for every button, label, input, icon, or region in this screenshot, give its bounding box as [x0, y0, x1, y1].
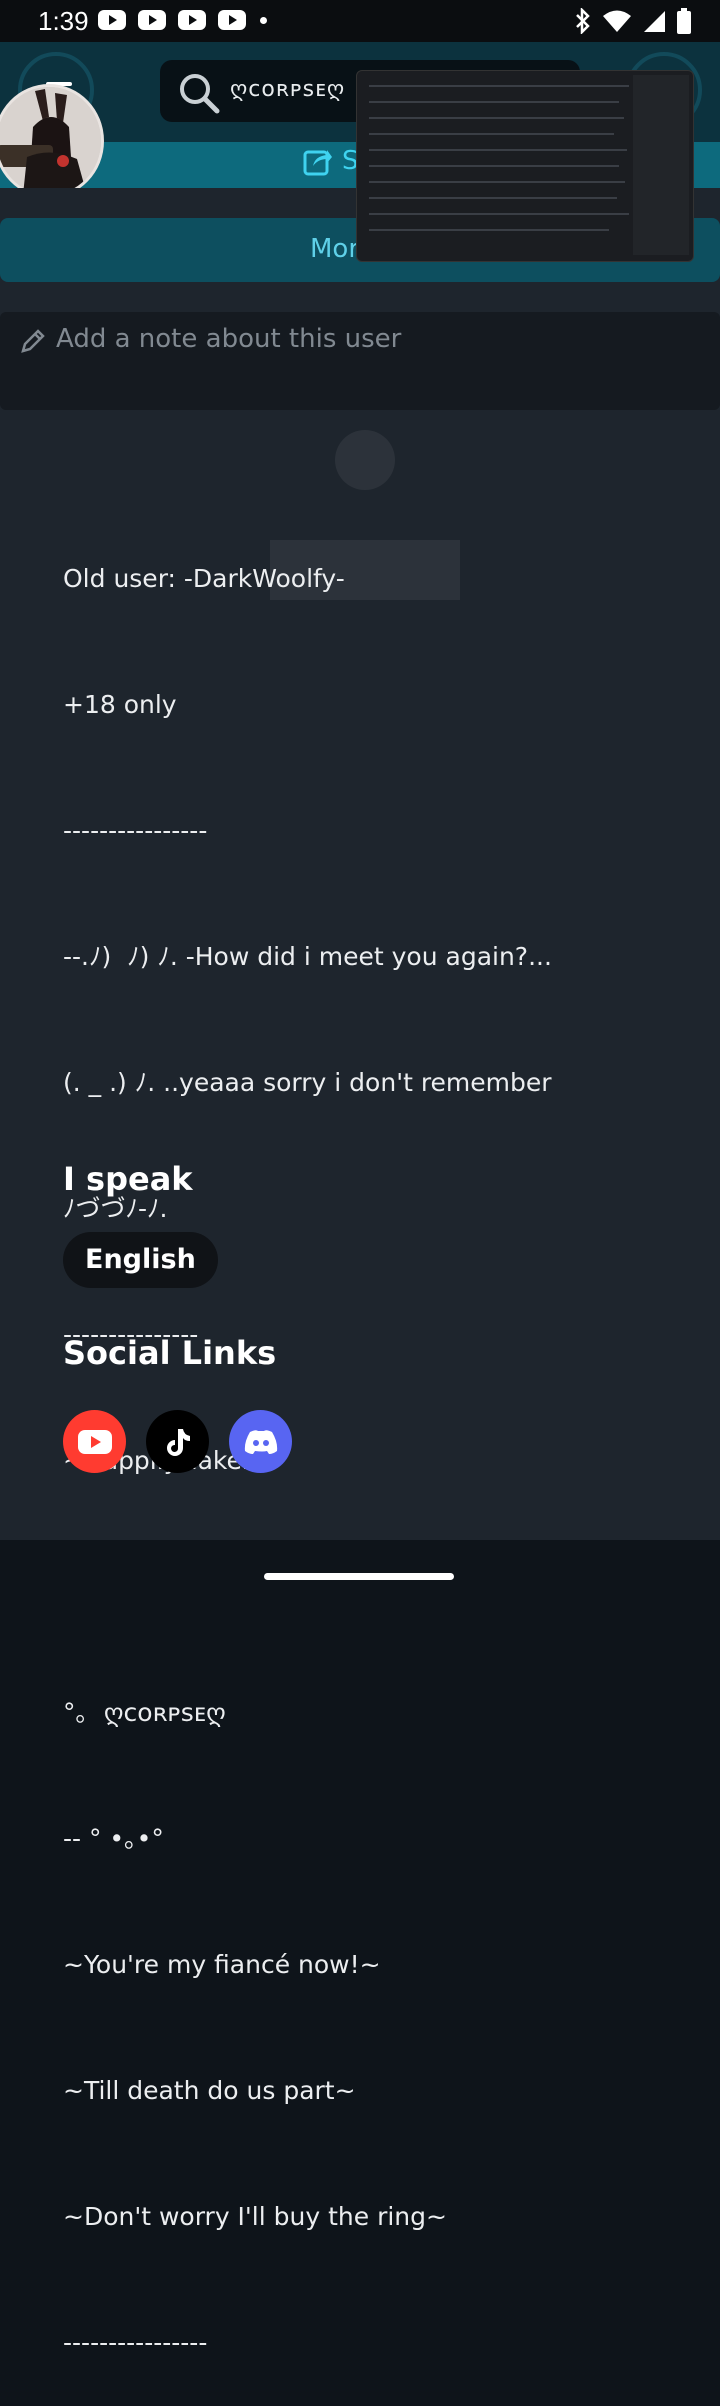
tiktok-icon	[166, 1428, 190, 1456]
bio-line: ~Till death do us part~	[63, 2076, 356, 2105]
bio-line: °｡ ღᴄᴏʀᴘsᴇღ	[63, 1698, 226, 1727]
bottom-area	[0, 1540, 720, 1600]
avatar-image	[0, 87, 101, 195]
youtube-icon	[77, 1429, 112, 1454]
status-bar: 1:39	[0, 0, 720, 42]
system-icons	[574, 8, 692, 34]
picture-in-picture-window[interactable]	[356, 70, 694, 262]
status-time: 1:39	[38, 6, 89, 36]
battery-icon	[677, 8, 691, 34]
notification-icons	[98, 10, 267, 30]
bio-line: (. _ .) ﾉ. ..yeaaa sorry i don't remembe…	[63, 1068, 552, 1097]
share-icon	[303, 150, 332, 176]
signal-icon	[644, 11, 665, 32]
pencil-icon	[21, 329, 45, 353]
youtube-link[interactable]	[63, 1410, 126, 1473]
youtube-notification-icon	[138, 10, 166, 30]
bio-line: --.ﾉ) ﾉ) ﾉ. -How did i meet you again?..…	[63, 942, 552, 971]
discord-icon	[244, 1429, 277, 1454]
search-icon	[180, 74, 220, 114]
bluetooth-icon	[576, 8, 590, 34]
youtube-notification-icon	[218, 10, 246, 30]
home-indicator[interactable]	[264, 1573, 454, 1580]
bio-line: Old user: -DarkWoolfy-	[63, 564, 345, 593]
bio-line: ----------------	[63, 816, 208, 845]
search-input-value[interactable]: ღᴄᴏʀᴘsᴇღ	[230, 77, 345, 102]
youtube-notification-icon	[98, 10, 126, 30]
tiktok-link[interactable]	[146, 1410, 209, 1473]
bio-line: +18 only	[63, 690, 177, 719]
user-note-field[interactable]: Add a note about this user	[0, 312, 720, 410]
note-placeholder[interactable]: Add a note about this user	[56, 324, 401, 354]
bio-line: ----------------	[63, 2328, 208, 2357]
languages-title: I speak	[63, 1160, 193, 1198]
bio-line: -- ° •｡•°	[63, 1824, 164, 1853]
wifi-icon	[603, 10, 631, 32]
bio-line: ~Don't worry I'll buy the ring~	[63, 2202, 447, 2231]
bio-line: ~You're my fiancé now!~	[63, 1950, 381, 1979]
discord-link[interactable]	[229, 1410, 292, 1473]
social-links-title: Social Links	[63, 1334, 277, 1372]
language-chip: English	[63, 1232, 218, 1288]
more-notifications-icon	[260, 16, 267, 24]
youtube-notification-icon	[178, 10, 206, 30]
